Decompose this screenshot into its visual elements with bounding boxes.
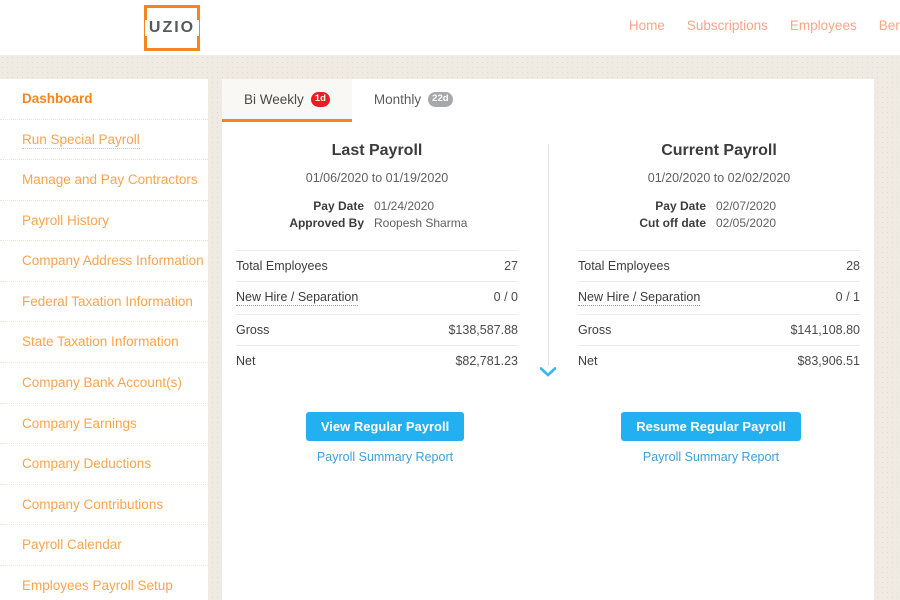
tab-bi-weekly[interactable]: Bi Weekly 1d (222, 79, 352, 122)
panel-title: Current Payroll (578, 142, 860, 160)
sidebar-item-payroll-history[interactable]: Payroll History (0, 200, 208, 241)
sidebar-item-label: Company Contributions (22, 497, 163, 512)
last-payroll-panel: Last Payroll 01/06/2020 to 01/19/2020 Pa… (222, 142, 548, 376)
nav-item-employees[interactable]: Employees (790, 18, 857, 33)
meta-label: Pay Date (272, 199, 364, 213)
meta-value: Roopesh Sharma (374, 216, 482, 230)
nav-item-subscriptions[interactable]: Subscriptions (687, 18, 768, 33)
tab-monthly[interactable]: Monthly 22d (352, 79, 475, 122)
tab-label: Bi Weekly (244, 92, 304, 107)
meta-value: 01/24/2020 (374, 199, 482, 213)
payroll-summary-report-link[interactable]: Payroll Summary Report (643, 450, 779, 464)
meta-value: 02/07/2020 (716, 199, 824, 213)
panel-title: Last Payroll (236, 142, 518, 160)
payroll-panels: Last Payroll 01/06/2020 to 01/19/2020 Pa… (222, 122, 874, 376)
stat-label: Net (578, 354, 597, 368)
sidebar-item-run-special-payroll[interactable]: Run Special Payroll (0, 119, 208, 160)
stat-value: 0 / 1 (836, 290, 860, 304)
main-navigation: Home Subscriptions Employees Benef (629, 18, 900, 33)
tab-badge-days-remaining: 22d (428, 92, 452, 107)
sidebar-item-company-contributions[interactable]: Company Contributions (0, 484, 208, 525)
stat-value: 28 (846, 259, 860, 273)
sidebar-item-label: Company Earnings (22, 416, 137, 431)
last-payroll-actions: View Regular Payroll Payroll Summary Rep… (222, 412, 548, 464)
meta-label: Approved By (272, 216, 364, 230)
stat-value: $83,906.51 (797, 354, 860, 368)
sidebar-item-federal-taxation-information[interactable]: Federal Taxation Information (0, 281, 208, 322)
sidebar-item-label: Payroll History (22, 213, 109, 228)
stat-value: $138,587.88 (448, 323, 518, 337)
panel-divider (548, 144, 549, 366)
sidebar-item-employees-payroll-setup[interactable]: Employees Payroll Setup (0, 565, 208, 600)
stat-value: $141,108.80 (790, 323, 860, 337)
stat-label[interactable]: New Hire / Separation (578, 290, 700, 306)
current-payroll-panel: Current Payroll 01/20/2020 to 02/02/2020… (548, 142, 874, 376)
resume-regular-payroll-button[interactable]: Resume Regular Payroll (621, 412, 801, 441)
sidebar-item-label: Company Address Information (22, 253, 204, 268)
app-header: UZIO Home Subscriptions Employees Benef (0, 0, 900, 56)
stat-row-gross: Gross $138,587.88 (236, 314, 518, 345)
view-regular-payroll-button[interactable]: View Regular Payroll (306, 412, 464, 441)
meta-label: Pay Date (614, 199, 706, 213)
tab-badge-days-remaining: 1d (311, 92, 330, 107)
meta-value: 02/05/2020 (716, 216, 824, 230)
stat-row-new-hire-separation: New Hire / Separation 0 / 0 (236, 281, 518, 314)
sidebar-item-payroll-calendar[interactable]: Payroll Calendar (0, 524, 208, 565)
stat-label: Net (236, 354, 255, 368)
payroll-summary-report-link[interactable]: Payroll Summary Report (317, 450, 453, 464)
meta-label: Cut off date (614, 216, 706, 230)
tabs-filler (475, 79, 874, 122)
stat-label[interactable]: New Hire / Separation (236, 290, 358, 306)
uzio-logo[interactable]: UZIO (144, 5, 200, 51)
sidebar-item-label: Company Bank Account(s) (22, 375, 182, 390)
stat-row-net: Net $82,781.23 (236, 345, 518, 376)
payroll-frequency-tabs: Bi Weekly 1d Monthly 22d (222, 79, 874, 122)
sidebar-item-dashboard[interactable]: Dashboard (0, 79, 208, 119)
stat-label: Gross (578, 323, 611, 337)
sidebar-item-company-address-information[interactable]: Company Address Information (0, 240, 208, 281)
payroll-actions: View Regular Payroll Payroll Summary Rep… (222, 412, 874, 464)
sidebar-item-label: Manage and Pay Contractors (22, 172, 198, 187)
meta-row: Approved By Roopesh Sharma (236, 216, 518, 230)
stat-value: $82,781.23 (455, 354, 518, 368)
panel-date-range: 01/06/2020 to 01/19/2020 (236, 171, 518, 185)
stat-label: Total Employees (236, 259, 328, 273)
meta-row: Pay Date 02/07/2020 (578, 199, 860, 213)
sidebar-item-manage-and-pay-contractors[interactable]: Manage and Pay Contractors (0, 159, 208, 200)
content-panel: Bi Weekly 1d Monthly 22d Last Payroll 01… (222, 79, 874, 600)
panel-meta: Pay Date 02/07/2020 Cut off date 02/05/2… (578, 199, 860, 230)
stat-row-total-employees: Total Employees 27 (236, 250, 518, 281)
panel-meta: Pay Date 01/24/2020 Approved By Roopesh … (236, 199, 518, 230)
sidebar: Dashboard Run Special Payroll Manage and… (0, 79, 208, 600)
meta-row: Cut off date 02/05/2020 (578, 216, 860, 230)
sidebar-item-company-bank-accounts[interactable]: Company Bank Account(s) (0, 362, 208, 403)
sidebar-item-company-earnings[interactable]: Company Earnings (0, 403, 208, 444)
meta-row: Pay Date 01/24/2020 (236, 199, 518, 213)
sidebar-item-label: Company Deductions (22, 456, 151, 471)
sidebar-item-label: State Taxation Information (22, 334, 179, 349)
nav-item-benefits[interactable]: Benef (879, 18, 900, 33)
stat-row-net: Net $83,906.51 (578, 345, 860, 376)
logo-text: UZIO (145, 20, 199, 36)
sidebar-item-company-deductions[interactable]: Company Deductions (0, 443, 208, 484)
stat-label: Gross (236, 323, 269, 337)
tab-label: Monthly (374, 92, 421, 107)
stat-value: 0 / 0 (494, 290, 518, 304)
sidebar-item-label: Employees Payroll Setup (22, 578, 173, 593)
stat-row-gross: Gross $141,108.80 (578, 314, 860, 345)
stat-row-new-hire-separation: New Hire / Separation 0 / 1 (578, 281, 860, 314)
stat-label: Total Employees (578, 259, 670, 273)
stat-row-total-employees: Total Employees 28 (578, 250, 860, 281)
sidebar-item-label: Federal Taxation Information (22, 294, 193, 309)
sidebar-item-label: Payroll Calendar (22, 537, 122, 552)
sidebar-item-state-taxation-information[interactable]: State Taxation Information (0, 321, 208, 362)
sidebar-item-label: Dashboard (22, 91, 93, 106)
stat-value: 27 (504, 259, 518, 273)
nav-item-home[interactable]: Home (629, 18, 665, 33)
sidebar-item-label: Run Special Payroll (22, 132, 140, 149)
panel-date-range: 01/20/2020 to 02/02/2020 (578, 171, 860, 185)
current-payroll-actions: Resume Regular Payroll Payroll Summary R… (548, 412, 874, 464)
chevron-down-icon[interactable] (540, 365, 556, 380)
